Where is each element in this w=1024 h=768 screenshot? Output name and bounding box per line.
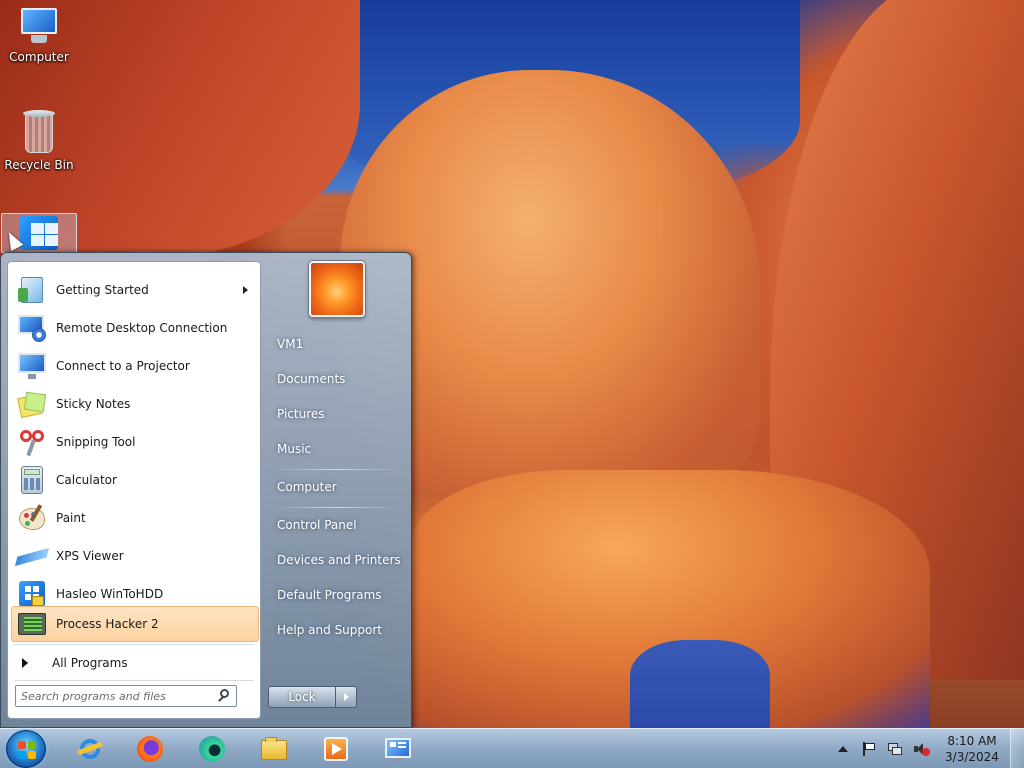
media-player-icon (321, 734, 351, 764)
start-right-devices-printers[interactable]: Devices and Printers (269, 545, 403, 575)
start-right-computer[interactable]: Computer (269, 472, 403, 502)
wallpaper-water (630, 640, 770, 728)
program-process-hacker[interactable]: Process Hacker 2 (11, 606, 259, 642)
recycle-bin-icon (22, 110, 56, 154)
taskbar-clock[interactable]: 8:10 AM 3/3/2024 (934, 733, 1010, 765)
start-right-default-programs[interactable]: Default Programs (269, 580, 403, 610)
start-right-user-folder[interactable]: VM1 (269, 329, 403, 359)
start-right-control-panel[interactable]: Control Panel (269, 510, 403, 540)
program-getting-started[interactable]: Getting Started (11, 272, 259, 308)
process-hacker-icon (16, 608, 48, 640)
desktop-icon-recycle-bin[interactable]: Recycle Bin (1, 110, 77, 172)
snipping-tool-icon (16, 426, 48, 458)
taskbar: 8:10 AM 3/3/2024 (0, 728, 1024, 768)
chevron-right-icon (343, 693, 349, 701)
right-pane-separator (273, 507, 401, 508)
start-button[interactable] (6, 730, 46, 768)
projector-icon (16, 350, 48, 382)
show-desktop-button[interactable] (1010, 729, 1024, 768)
internet-explorer-icon (75, 734, 105, 764)
search-input[interactable] (16, 687, 215, 705)
program-calculator[interactable]: Calculator (11, 462, 259, 498)
program-label: Snipping Tool (56, 435, 136, 449)
remote-desktop-icon (16, 312, 48, 344)
computer-icon (17, 8, 61, 46)
lock-button-label: Lock (288, 690, 316, 704)
edge-icon (197, 734, 227, 764)
program-label: Sticky Notes (56, 397, 131, 411)
program-remote-desktop[interactable]: Remote Desktop Connection (11, 310, 259, 346)
volume-muted-icon[interactable] (913, 741, 930, 757)
right-item-label: Control Panel (277, 518, 357, 532)
file-explorer-icon (259, 734, 289, 764)
start-right-help-support[interactable]: Help and Support (269, 615, 403, 645)
paint-icon (16, 502, 48, 534)
program-label: Hasleo WinToHDD (56, 587, 164, 601)
clock-date: 3/3/2024 (945, 750, 999, 764)
action-center-flag-icon[interactable] (861, 741, 877, 757)
right-item-label: Music (277, 442, 312, 456)
desktop-icon-computer[interactable]: Computer (1, 8, 77, 64)
all-programs-button[interactable]: All Programs (16, 650, 256, 676)
desktop-icon-label: Computer (9, 50, 69, 64)
start-right-documents[interactable]: Documents (269, 364, 403, 394)
search-icon[interactable] (215, 687, 233, 705)
program-paint[interactable]: Paint (11, 500, 259, 536)
user-account-picture[interactable] (309, 261, 365, 317)
sticky-notes-icon (16, 388, 48, 420)
all-programs-label: All Programs (52, 656, 128, 670)
calculator-icon (16, 464, 48, 496)
right-item-label: VM1 (277, 337, 304, 351)
start-menu-programs-pane: Getting Started Remote Desktop Connectio… (7, 261, 261, 719)
program-label: Calculator (56, 473, 117, 487)
search-separator (14, 680, 254, 681)
right-item-label: Computer (277, 480, 337, 494)
program-snipping-tool[interactable]: Snipping Tool (11, 424, 259, 460)
lock-button[interactable]: Lock (268, 686, 336, 708)
right-item-label: Pictures (277, 407, 325, 421)
program-label: XPS Viewer (56, 549, 124, 563)
programs-separator (14, 644, 254, 645)
expand-arrow-icon (22, 658, 28, 668)
clock-time: 8:10 AM (947, 734, 997, 748)
right-item-label: Devices and Printers (277, 553, 401, 567)
desktop-icon-label: Recycle Bin (4, 158, 74, 172)
start-search-box[interactable] (15, 685, 237, 707)
system-tool-icon (383, 734, 413, 764)
network-icon[interactable] (887, 741, 903, 757)
taskbar-file-explorer[interactable] (246, 731, 302, 767)
getting-started-icon (16, 274, 48, 306)
start-right-music[interactable]: Music (269, 434, 403, 464)
firefox-icon (135, 734, 165, 764)
right-pane-separator (273, 469, 401, 470)
system-tray: 8:10 AM 3/3/2024 (830, 729, 1024, 768)
program-label: Paint (56, 511, 86, 525)
start-right-pictures[interactable]: Pictures (269, 399, 403, 429)
program-label: Connect to a Projector (56, 359, 190, 373)
xps-viewer-icon (14, 540, 50, 572)
windows-logo-icon (18, 741, 36, 759)
program-label: Process Hacker 2 (56, 617, 159, 631)
taskbar-edge[interactable] (184, 731, 240, 767)
taskbar-internet-explorer[interactable] (62, 731, 118, 767)
taskbar-system-tool[interactable] (370, 731, 426, 767)
shutdown-options-button[interactable] (336, 686, 357, 708)
program-connect-projector[interactable]: Connect to a Projector (11, 348, 259, 384)
program-sticky-notes[interactable]: Sticky Notes (11, 386, 259, 422)
taskbar-firefox[interactable] (122, 731, 178, 767)
right-item-label: Documents (277, 372, 346, 386)
show-hidden-icons-icon[interactable] (835, 741, 851, 757)
taskbar-media-player[interactable] (308, 731, 364, 767)
program-label: Getting Started (56, 283, 149, 297)
program-xps-viewer[interactable]: XPS Viewer (11, 538, 259, 574)
submenu-arrow-icon (243, 286, 248, 294)
program-label: Remote Desktop Connection (56, 321, 228, 335)
windows-app-icon (18, 216, 60, 252)
right-item-label: Help and Support (277, 623, 382, 637)
right-item-label: Default Programs (277, 588, 382, 602)
start-menu: Getting Started Remote Desktop Connectio… (0, 252, 412, 728)
